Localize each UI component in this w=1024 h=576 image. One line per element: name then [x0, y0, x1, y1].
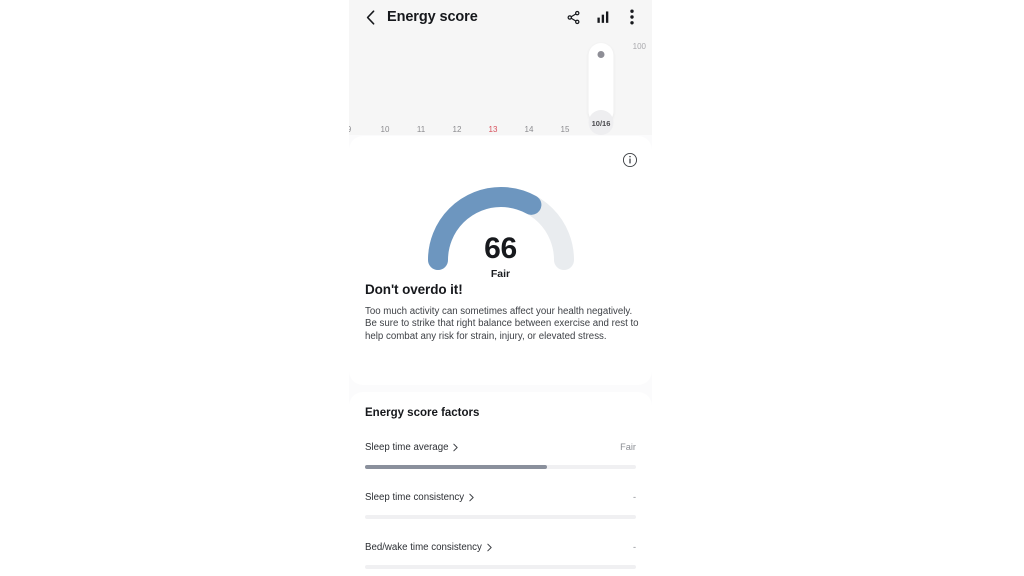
factor-value: -: [632, 542, 636, 552]
chart-tick-label-selected: 10/16: [591, 119, 611, 128]
score-history-chart[interactable]: 100 9 10 11 12 13 14: [349, 34, 652, 135]
chevron-right-icon: [487, 543, 492, 552]
chart-column-14[interactable]: 14: [511, 34, 547, 135]
chart-column-15[interactable]: 15: [547, 34, 583, 135]
screenshot-root: Energy score 100 10 11 12 13 14 15 10/16…: [0, 0, 1024, 576]
factor-progress-track: [365, 515, 636, 519]
factor-label-text: Sleep time average: [365, 442, 449, 453]
more-vertical-icon: [629, 9, 634, 25]
chart-tick-label: 14: [524, 125, 534, 134]
factor-row-sleep-time-consistency[interactable]: Sleep time consistency -: [349, 492, 652, 542]
factors-section-title: Energy score factors: [365, 407, 480, 419]
chart-plot-area: 9 10 11 12 13 14 15: [349, 34, 652, 135]
factor-label-text: Sleep time consistency: [365, 492, 465, 503]
factor-progress-track: [365, 465, 636, 469]
chart-tick-label: 9: [349, 125, 367, 134]
chart-tick-label-today: 13: [488, 125, 498, 134]
chart-tick-label: 15: [560, 125, 570, 134]
chevron-right-icon: [469, 493, 474, 502]
back-button[interactable]: [359, 6, 381, 28]
chart-column-9[interactable]: 9: [349, 34, 367, 135]
score-value: 66: [484, 232, 517, 265]
chart-tick-label: 10: [380, 125, 390, 134]
chart-column-11[interactable]: 11: [403, 34, 439, 135]
share-button[interactable]: [565, 9, 582, 26]
more-options-button[interactable]: [623, 9, 640, 26]
factor-value: -: [632, 492, 636, 502]
factor-label-row[interactable]: Sleep time consistency: [365, 492, 474, 503]
app-header: Energy score: [349, 0, 652, 34]
chevron-left-icon: [366, 9, 374, 25]
factor-row-bed-wake-time-consistency[interactable]: Bed/wake time consistency -: [349, 542, 652, 576]
factor-progress-fill: [365, 465, 547, 469]
chart-tick-label: 12: [452, 125, 462, 134]
header-actions: [565, 9, 640, 26]
phone-content-column: Energy score 100 10 11 12 13 14 15 10/16…: [349, 0, 652, 576]
advice-body: Too much activity can sometimes affect y…: [365, 306, 639, 342]
chart-tick-label: 11: [416, 125, 426, 134]
score-rating-label: Fair: [490, 268, 511, 280]
advice-title: Don't overdo it!: [365, 282, 463, 297]
chart-column-13[interactable]: 13: [475, 34, 511, 135]
trends-button[interactable]: [594, 9, 611, 26]
chart-column-10[interactable]: 10: [367, 34, 403, 135]
score-card: 66 Fair Don't overdo it! Too much activi…: [349, 136, 652, 385]
factor-progress-track: [365, 565, 636, 569]
chart-data-point: [597, 51, 605, 59]
chart-column-12[interactable]: 12: [439, 34, 475, 135]
factor-label-row[interactable]: Bed/wake time consistency: [365, 542, 492, 553]
share-icon: [567, 10, 580, 24]
bar-chart-icon: [596, 11, 608, 23]
energy-score-factors-card: Energy score factors Sleep time average …: [349, 392, 652, 576]
factor-label-text: Bed/wake time consistency: [365, 542, 482, 553]
factor-row-sleep-time-average[interactable]: Sleep time average Fair: [349, 442, 652, 492]
page-title: Energy score: [387, 9, 478, 25]
chart-column-selected[interactable]: 10/16: [583, 34, 619, 135]
energy-score-gauge: 66 Fair: [349, 164, 652, 290]
factor-label-row[interactable]: Sleep time average: [365, 442, 459, 453]
chevron-right-icon: [453, 443, 459, 452]
factor-value: Fair: [620, 442, 636, 452]
